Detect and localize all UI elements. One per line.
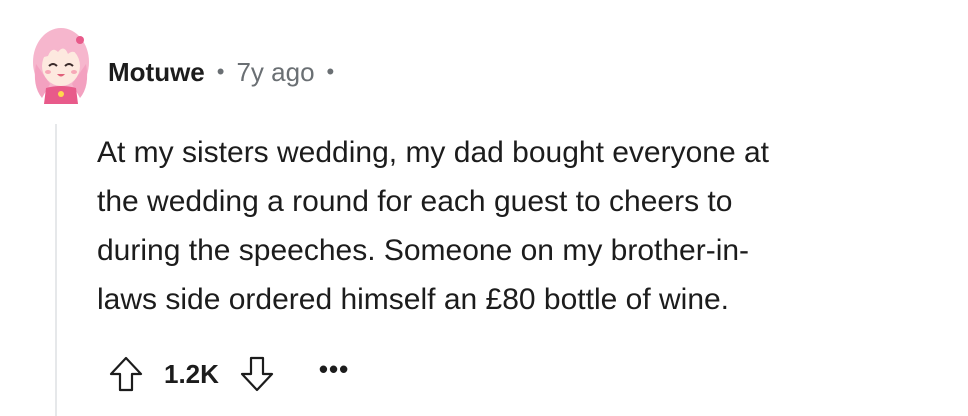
vote-score: 1.2K	[164, 358, 219, 389]
username[interactable]: Motuwe	[108, 57, 205, 88]
comment-body: At my sisters wedding, my dad bought eve…	[97, 128, 937, 324]
upvote-button[interactable]	[106, 354, 146, 394]
thread-line[interactable]	[55, 124, 57, 416]
arrow-down-icon	[240, 356, 274, 392]
arrow-up-icon	[109, 356, 143, 392]
comment-body-line: the wedding a round for each guest to ch…	[97, 185, 733, 218]
comment-body-line: during the speeches. Someone on my broth…	[97, 234, 750, 267]
comment-actions: 1.2K •••	[106, 352, 349, 396]
timestamp[interactable]: 7y ago	[236, 57, 314, 88]
anime-girl-avatar-icon	[33, 28, 89, 104]
separator-dot: •	[216, 59, 225, 84]
more-options-button[interactable]: •••	[319, 356, 349, 389]
downvote-button[interactable]	[237, 354, 277, 394]
comment-body-line: laws side ordered himself an £80 bottle …	[97, 283, 730, 316]
comment: Motuwe • 7y ago • At my sisters wedding,…	[0, 0, 968, 416]
trailing-separator-dot: •	[326, 59, 335, 84]
comment-body-line: At my sisters wedding, my dad bought eve…	[97, 136, 770, 169]
avatar[interactable]	[30, 24, 92, 104]
comment-header: Motuwe • 7y ago •	[108, 52, 346, 92]
